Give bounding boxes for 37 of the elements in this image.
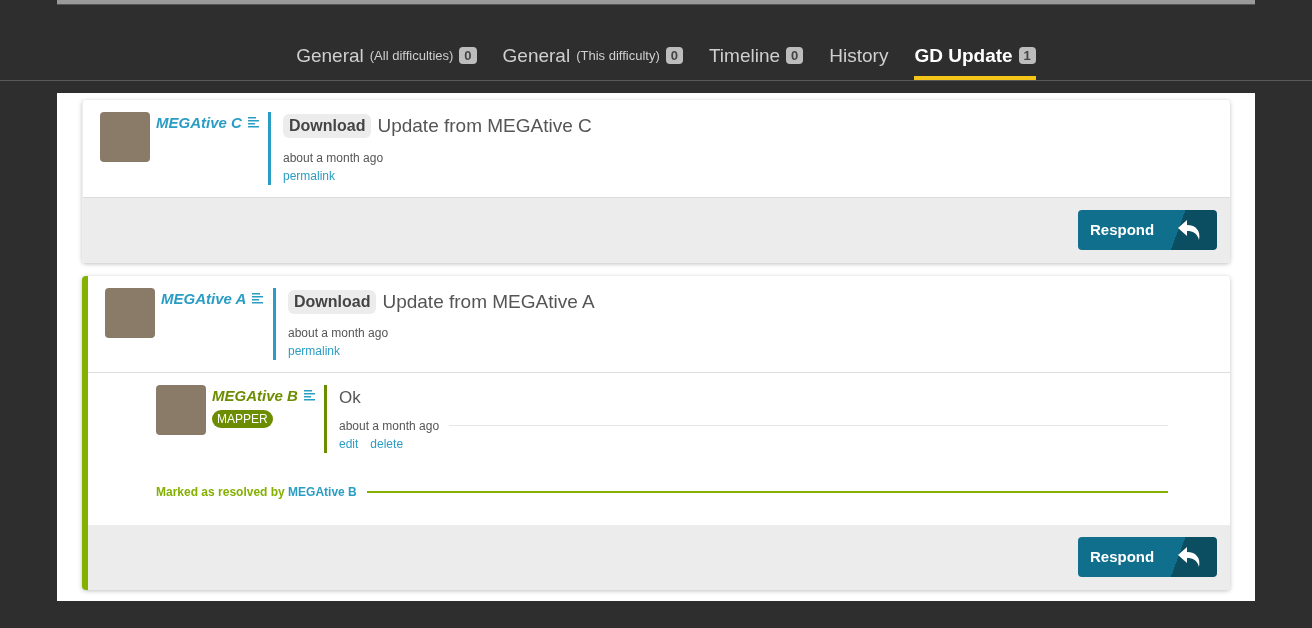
permalink-link[interactable]: permalink bbox=[283, 166, 592, 185]
author-link[interactable]: MEGAtive B bbox=[212, 385, 298, 408]
respond-button[interactable]: Respond bbox=[1078, 537, 1217, 577]
tab[interactable]: Timeline 0 bbox=[708, 41, 804, 80]
action-link[interactable]: delete bbox=[370, 434, 404, 453]
action-link[interactable]: edit bbox=[339, 434, 359, 453]
tab[interactable]: General (All difficulties) 0 bbox=[296, 41, 477, 80]
role-badge: MAPPER bbox=[212, 409, 273, 428]
avatar-placeholder bbox=[100, 112, 150, 162]
count-badge: 1 bbox=[1018, 47, 1036, 65]
count-badge: 0 bbox=[786, 47, 804, 65]
count-badge: 0 bbox=[665, 47, 683, 65]
user-link[interactable]: MEGAtive B bbox=[288, 484, 357, 499]
list-icon[interactable] bbox=[303, 390, 315, 401]
tab-note: (All difficulties) bbox=[369, 47, 454, 65]
tab[interactable]: GD Update 1 bbox=[914, 41, 1036, 80]
count-badge: 0 bbox=[459, 47, 477, 65]
permalink-link[interactable]: permalink bbox=[288, 342, 595, 360]
tab-note: (This difficulty) bbox=[576, 47, 660, 65]
resolution-note: Marked as resolved by MEGAtive B bbox=[156, 483, 357, 501]
timestamp: about a month ago bbox=[283, 149, 385, 167]
message-text: Update from MEGAtive C bbox=[377, 114, 592, 138]
tab[interactable]: General (This difficulty) 0 bbox=[502, 41, 683, 80]
tag-label: Download bbox=[288, 289, 377, 314]
message-text: Update from MEGAtive A bbox=[382, 289, 595, 314]
respond-button[interactable]: Respond bbox=[1078, 210, 1217, 250]
list-icon[interactable] bbox=[252, 292, 264, 304]
avatar-placeholder bbox=[156, 385, 206, 435]
timestamp: about a month ago bbox=[339, 417, 440, 435]
reply-text: Ok bbox=[339, 387, 362, 409]
avatar-placeholder bbox=[105, 287, 155, 338]
tab[interactable]: History bbox=[829, 41, 889, 80]
author-link[interactable]: MEGAtive C bbox=[156, 112, 242, 185]
tag-label: Download bbox=[283, 114, 372, 139]
author-link[interactable]: MEGAtive A bbox=[161, 287, 247, 360]
list-icon[interactable] bbox=[247, 117, 259, 128]
timestamp: about a month ago bbox=[288, 325, 390, 342]
